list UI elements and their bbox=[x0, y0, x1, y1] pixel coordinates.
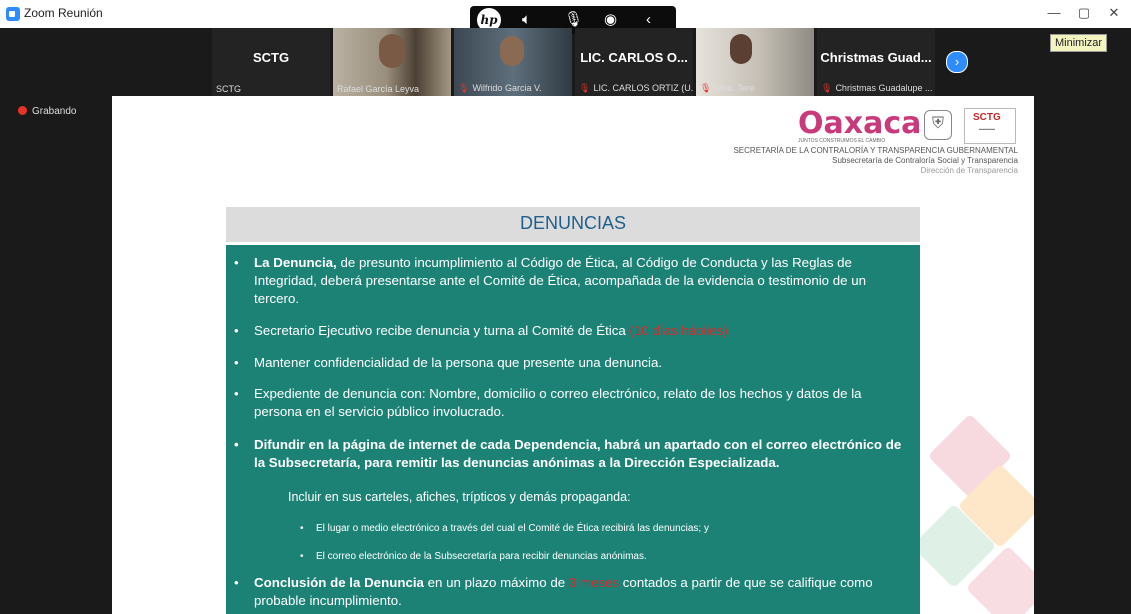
maximize-button[interactable]: ▢ bbox=[1072, 3, 1096, 23]
muted-mic-icon: 🎙︎ bbox=[458, 83, 470, 93]
participant-video-tile[interactable]: 🎙︎ Wilfrido Garcia V. bbox=[454, 28, 572, 96]
dept-line-1: SECRETARÍA DE LA CONTRALORÍA Y TRANSPARE… bbox=[733, 146, 1018, 155]
bullet-deadline: 3 meses bbox=[568, 575, 620, 590]
sub-bullet-medio: El lugar o medio electrónico a través de… bbox=[300, 520, 896, 538]
participant-label-text: Mtra. Tere bbox=[714, 83, 755, 93]
oaxaca-logo-block: Oaxaca JUNTOS CONSTRUIMOS EL CAMBIO ⛨ SC… bbox=[718, 106, 1018, 176]
bullet-strong: La Denuncia, bbox=[254, 255, 337, 270]
bullet-conclusion: Conclusión de la Denuncia en un plazo má… bbox=[234, 574, 904, 610]
participant-label: Rafael García Leyva bbox=[337, 84, 420, 94]
participant-name: SCTG bbox=[252, 50, 290, 65]
face-icon bbox=[500, 36, 524, 66]
participant-tile[interactable]: SCTG SCTG bbox=[212, 28, 330, 96]
face-icon bbox=[730, 34, 752, 64]
close-button[interactable]: ✕ bbox=[1102, 3, 1126, 23]
sctg-logo: SCTG ▬▬▬▬ bbox=[964, 108, 1016, 144]
participant-label: 🎙︎ Mtra. Tere bbox=[700, 83, 755, 94]
microphone-icon[interactable]: 🎙︎ bbox=[564, 10, 583, 30]
participant-label: SCTG bbox=[216, 84, 242, 94]
participant-label-text: LIC. CARLOS ORTIZ (U... bbox=[593, 83, 693, 93]
minimize-button[interactable]: — bbox=[1042, 3, 1066, 23]
broadcast-icon[interactable]: ◉ bbox=[604, 10, 617, 30]
minimize-tooltip: Minimizar bbox=[1050, 34, 1108, 52]
participant-name: LIC. CARLOS O... bbox=[580, 50, 688, 65]
sub-bullet-correo: El correo electrónico de la Subsecretarí… bbox=[300, 548, 896, 566]
participant-tile[interactable]: Christmas Guad... 🎙︎ Christmas Guadalupe … bbox=[817, 28, 935, 96]
participant-name: Christmas Guad... bbox=[820, 50, 932, 65]
muted-mic-icon: 🎙︎ bbox=[579, 83, 591, 93]
muted-mic-icon: 🎙︎ bbox=[700, 83, 712, 93]
oaxaca-tagline: JUNTOS CONSTRUIMOS EL CAMBIO bbox=[798, 138, 886, 144]
participant-label: 🎙︎ Christmas Guadalupe ... bbox=[821, 83, 932, 94]
slide-content: La Denuncia, de presunto incumplimiento … bbox=[226, 245, 920, 614]
bullet-deadline: (10 días hábiles) bbox=[629, 323, 728, 338]
bullet-expediente: Expediente de denuncia con: Nombre, domi… bbox=[234, 385, 904, 421]
participant-label-text: Wilfrido Garcia V. bbox=[472, 83, 542, 93]
participant-label-text: Christmas Guadalupe ... bbox=[835, 83, 933, 93]
slide-header: DENUNCIAS bbox=[226, 207, 920, 242]
speaker-icon[interactable]: 🔈︎ bbox=[522, 10, 531, 30]
bullet-denuncia: La Denuncia, de presunto incumplimiento … bbox=[234, 254, 904, 308]
bullet-strong: Conclusión de la Denuncia bbox=[254, 575, 424, 590]
recording-label: Grabando bbox=[32, 106, 77, 117]
record-icon bbox=[18, 106, 27, 115]
state-seal-icon: ⛨ bbox=[924, 110, 952, 140]
bullet-text: en un plazo máximo de bbox=[423, 575, 569, 590]
bullet-text: de presunto incumplimiento al Código de … bbox=[254, 255, 867, 306]
participant-video-tile[interactable]: 🎙︎ Mtra. Tere bbox=[696, 28, 814, 96]
face-icon bbox=[379, 34, 405, 68]
participant-tile[interactable]: LIC. CARLOS O... 🎙︎ LIC. CARLOS ORTIZ (U.… bbox=[575, 28, 693, 96]
participant-label: 🎙︎ Wilfrido Garcia V. bbox=[458, 83, 542, 94]
dept-line-2: Subsecretaría de Contraloría Social y Tr… bbox=[832, 156, 1018, 165]
recording-indicator: Grabando bbox=[18, 106, 76, 117]
muted-mic-icon: 🎙︎ bbox=[821, 83, 833, 93]
shared-slide: Oaxaca JUNTOS CONSTRUIMOS EL CAMBIO ⛨ SC… bbox=[112, 96, 1034, 614]
oaxaca-logo: Oaxaca bbox=[798, 106, 922, 141]
slide-title: DENUNCIAS bbox=[519, 213, 626, 233]
participant-video-tile[interactable]: Rafael García Leyva bbox=[333, 28, 451, 96]
zoom-app-icon bbox=[6, 7, 20, 21]
dept-line-3: Dirección de Transparencia bbox=[920, 166, 1018, 175]
include-note: Incluir en sus carteles, afiches, trípti… bbox=[288, 490, 631, 504]
bullet-difundir: Difundir en la página de internet de cad… bbox=[234, 436, 904, 472]
participant-label: 🎙︎ LIC. CARLOS ORTIZ (U... bbox=[579, 83, 693, 94]
participant-strip: SCTG SCTG Rafael García Leyva 🎙︎ Wilfrido… bbox=[212, 28, 968, 96]
collapse-arrow-icon[interactable]: ‹ bbox=[646, 10, 651, 30]
sctg-badge: SCTG bbox=[973, 112, 1001, 123]
bullet-secretario: Secretario Ejecutivo recibe denuncia y t… bbox=[234, 322, 904, 340]
window-title: Zoom Reunión bbox=[24, 6, 103, 20]
next-participants-button[interactable]: › bbox=[946, 51, 968, 73]
bullet-text: Secretario Ejecutivo recibe denuncia y t… bbox=[254, 323, 630, 338]
bullet-confidencialidad: Mantener confidencialidad de la persona … bbox=[234, 354, 904, 372]
